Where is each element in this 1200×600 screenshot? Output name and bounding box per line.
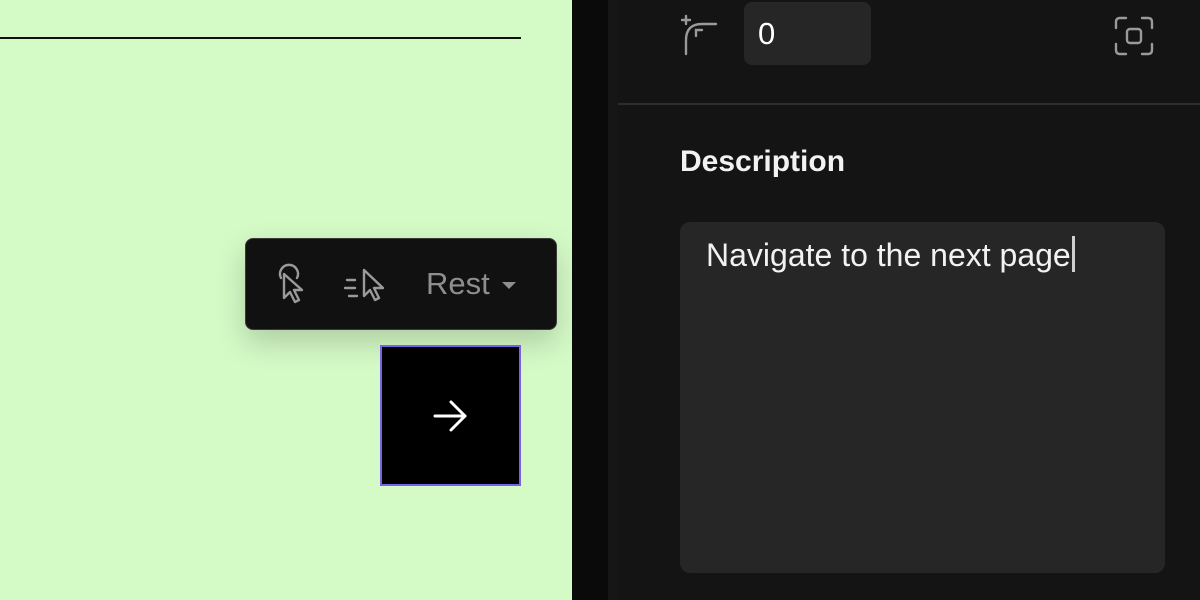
- caret-down-icon: [501, 282, 516, 289]
- next-page-button[interactable]: [380, 345, 521, 486]
- tap-pointer-icon: [278, 263, 304, 304]
- drag-trigger-button[interactable]: [342, 259, 392, 309]
- canvas-divider-line: [0, 37, 521, 39]
- drag-pointer-icon: [343, 268, 385, 302]
- panel-separator: [618, 103, 1200, 105]
- description-text: Navigate to the next page: [706, 237, 1071, 273]
- focus-frame-icon[interactable]: [1112, 14, 1156, 58]
- app-window: Rest 0 Description Navigate to the next …: [0, 0, 1200, 600]
- design-canvas[interactable]: Rest: [0, 0, 572, 600]
- tap-trigger-button[interactable]: [266, 259, 316, 309]
- panel-gutter: [572, 0, 608, 600]
- arrow-right-icon: [433, 400, 466, 431]
- state-dropdown[interactable]: Rest: [426, 263, 516, 305]
- description-title: Description: [680, 145, 846, 178]
- corner-radius-icon: [680, 14, 718, 56]
- panel-resize-handle[interactable]: [608, 0, 618, 600]
- text-cursor: [1071, 236, 1075, 272]
- description-textarea[interactable]: Navigate to the next page: [680, 222, 1165, 573]
- corner-radius-input[interactable]: 0: [744, 2, 871, 65]
- properties-panel: 0 Description Navigate to the next page: [618, 0, 1200, 600]
- corner-radius-value: 0: [758, 15, 776, 51]
- state-dropdown-label: Rest: [426, 266, 490, 301]
- interaction-toolbar: Rest: [245, 238, 557, 330]
